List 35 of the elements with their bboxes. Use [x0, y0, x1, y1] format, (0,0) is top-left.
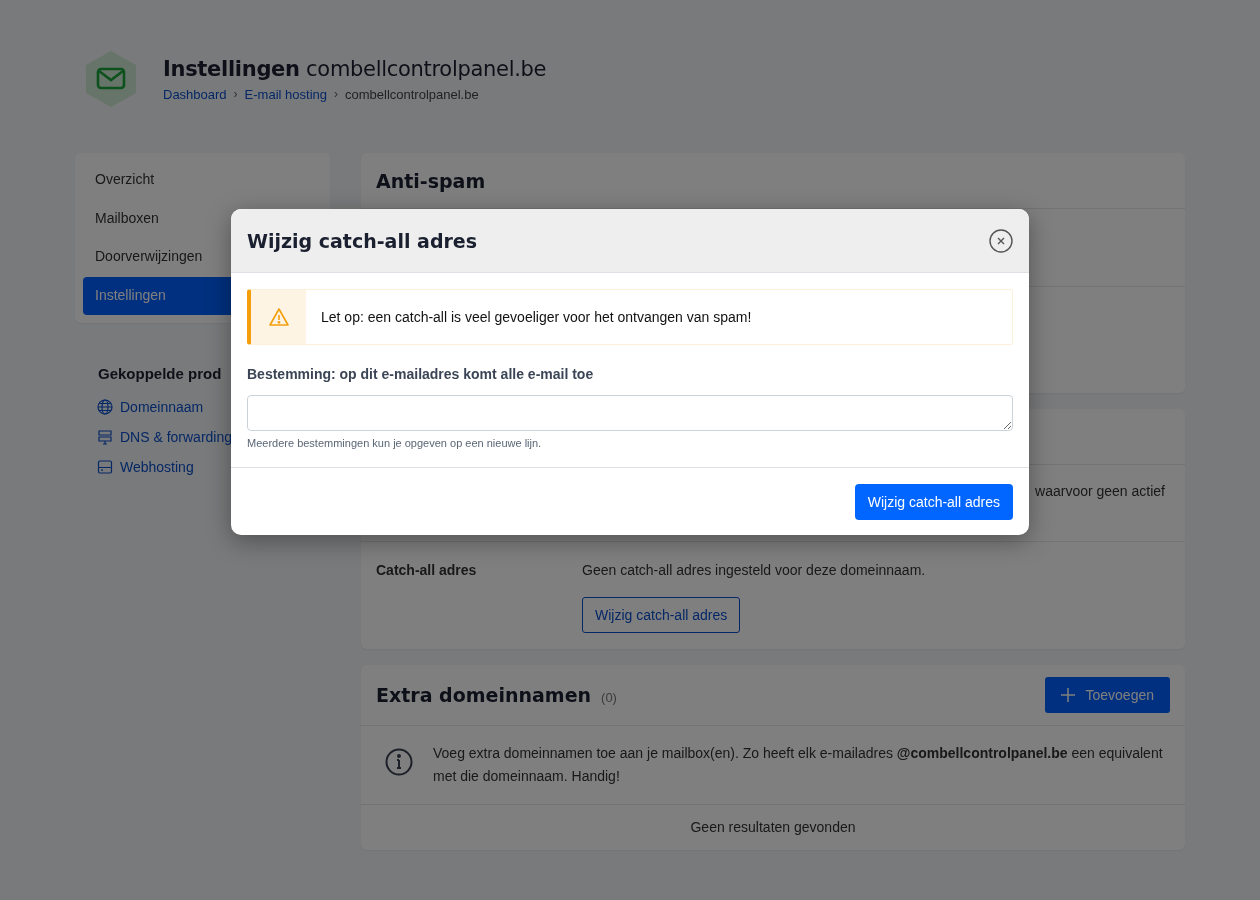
- plus-icon: [1061, 688, 1076, 702]
- linked-product-link[interactable]: Domeinnaam: [120, 399, 204, 415]
- item-count: (0): [601, 690, 617, 705]
- setting-value: Geen catch-all adres ingesteld voor deze domeinnaam.: [582, 562, 926, 578]
- add-button[interactable]: Toevoegen: [1045, 677, 1170, 713]
- server-icon: [97, 459, 113, 475]
- help-text: Meerdere bestemmingen kun je opgeven op een nieuwe lijn.: [247, 437, 543, 449]
- warning-text: Let op: een catch-all is veel gevoeliger voor het ontvangen van spam!: [321, 309, 752, 325]
- modal-title: Wijzig catch-all adres: [247, 229, 478, 252]
- section-heading: Gekoppelde prod: [98, 365, 222, 382]
- card-title: Anti-spam: [376, 169, 486, 192]
- breadcrumb-link[interactable]: E-mail hosting: [244, 86, 327, 102]
- info-text: Voeg extra domeinnamen toe aan je mailbox(en). Zo heeft elk e-mailadres @combellcontrolpanel.be een equivalent met die domeinnaam. Handig!: [433, 744, 1163, 786]
- linked-product-link[interactable]: Webhosting: [120, 459, 194, 475]
- close-icon[interactable]: [989, 228, 1013, 253]
- globe-icon: [97, 399, 113, 415]
- breadcrumb-current: combellcontrolpanel.be: [345, 86, 479, 102]
- breadcrumb-separator: ›: [334, 87, 338, 101]
- setting-description: waarvoor geen actief: [1035, 483, 1165, 499]
- card-title: Extra domeinnamen: [376, 684, 592, 706]
- envelope-icon: [85, 50, 137, 108]
- sidebar-item[interactable]: Overzicht: [83, 161, 322, 200]
- destination-field[interactable]: [247, 395, 1013, 431]
- warning-icon: [268, 308, 289, 326]
- breadcrumb-separator: ›: [233, 87, 238, 101]
- submit-button[interactable]: Wijzig catch-all adres: [854, 484, 1013, 520]
- signpost-icon: [97, 429, 113, 445]
- info-icon: [385, 748, 413, 776]
- linked-product-link[interactable]: DNS & forwarding: [120, 429, 233, 445]
- breadcrumb-link[interactable]: Dashboard: [163, 86, 227, 102]
- field-label: Bestemming: op dit e-mailadres komt alle e-mail toe: [247, 366, 595, 382]
- empty-message: Geen resultaten gevonden: [689, 818, 857, 837]
- change-catch-all-button[interactable]: Wijzig catch-all adres: [582, 597, 741, 633]
- page-title: Instellingen combellcontrolpanel.be: [163, 56, 547, 81]
- setting-label: Catch-all adres: [376, 562, 478, 580]
